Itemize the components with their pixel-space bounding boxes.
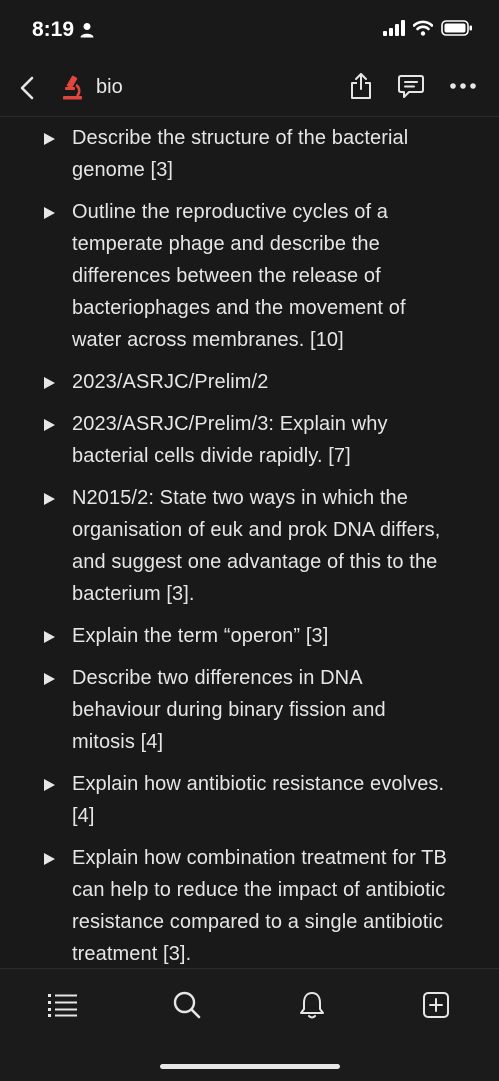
- toggle-text[interactable]: N2015/2: State two ways in which the org…: [72, 482, 452, 610]
- microscope-icon: [60, 75, 86, 101]
- toggle-arrow-icon[interactable]: [0, 842, 72, 968]
- status-icons: [383, 20, 473, 36]
- toggle-block: Explain the term “operon” [3]: [0, 620, 499, 652]
- toggle-block: Explain how combination treatment for TB…: [0, 842, 499, 968]
- signal-icon: [383, 20, 405, 36]
- page-title[interactable]: bio: [96, 76, 123, 99]
- toggle-arrow-icon[interactable]: [0, 196, 72, 356]
- toggle-text[interactable]: 2023/ASRJC/Prelim/2: [72, 366, 452, 398]
- toggle-text[interactable]: Outline the reproductive cycles of a tem…: [72, 196, 452, 356]
- status-bar: 8:19: [0, 0, 499, 60]
- list-icon[interactable]: [45, 987, 81, 1023]
- toggle-block: Describe the structure of the bacterial …: [0, 122, 499, 186]
- toggle-arrow-icon[interactable]: [0, 662, 72, 758]
- toggle-arrow-icon[interactable]: [0, 620, 72, 652]
- toggle-text[interactable]: 2023/ASRJC/Prelim/3: Explain why bacteri…: [72, 408, 452, 472]
- share-icon[interactable]: [349, 72, 373, 100]
- status-time-group: 8:19: [32, 18, 94, 42]
- toggle-text[interactable]: Explain how combination treatment for TB…: [72, 842, 452, 968]
- toggle-arrow-icon[interactable]: [0, 122, 72, 186]
- toggle-arrow-icon[interactable]: [0, 366, 72, 398]
- toggle-text[interactable]: Describe the structure of the bacterial …: [72, 122, 452, 186]
- status-time: 8:19: [32, 18, 75, 41]
- more-icon[interactable]: [449, 82, 477, 90]
- page-content: Describe the structure of the bacterial …: [0, 122, 499, 968]
- toggle-block: N2015/2: State two ways in which the org…: [0, 482, 499, 610]
- home-indicator[interactable]: [160, 1064, 340, 1069]
- toggle-text[interactable]: Describe two differences in DNA behaviou…: [72, 662, 452, 758]
- toggle-arrow-icon[interactable]: [0, 482, 72, 610]
- toggle-block: 2023/ASRJC/Prelim/3: Explain why bacteri…: [0, 408, 499, 472]
- toggle-text[interactable]: Explain how antibiotic resistance evolve…: [72, 768, 452, 832]
- nav-bar: bio: [0, 62, 499, 116]
- toggle-arrow-icon[interactable]: [0, 408, 72, 472]
- new-page-icon[interactable]: [418, 987, 454, 1023]
- toggle-block: Outline the reproductive cycles of a tem…: [0, 196, 499, 356]
- bell-icon[interactable]: [294, 987, 330, 1023]
- person-icon: [80, 23, 94, 38]
- toggle-arrow-icon[interactable]: [0, 768, 72, 832]
- toggle-text[interactable]: Explain the term “operon” [3]: [72, 620, 452, 652]
- toggle-block: Describe two differences in DNA behaviou…: [0, 662, 499, 758]
- nav-actions: [349, 72, 477, 100]
- comment-icon[interactable]: [397, 72, 425, 100]
- toggle-block: 2023/ASRJC/Prelim/2: [0, 366, 499, 398]
- toggle-block: Explain how antibiotic resistance evolve…: [0, 768, 499, 832]
- search-icon[interactable]: [169, 987, 205, 1023]
- wifi-icon: [413, 20, 433, 36]
- back-chevron-icon[interactable]: [14, 74, 42, 102]
- battery-icon: [441, 20, 472, 36]
- nav-divider: [0, 116, 499, 117]
